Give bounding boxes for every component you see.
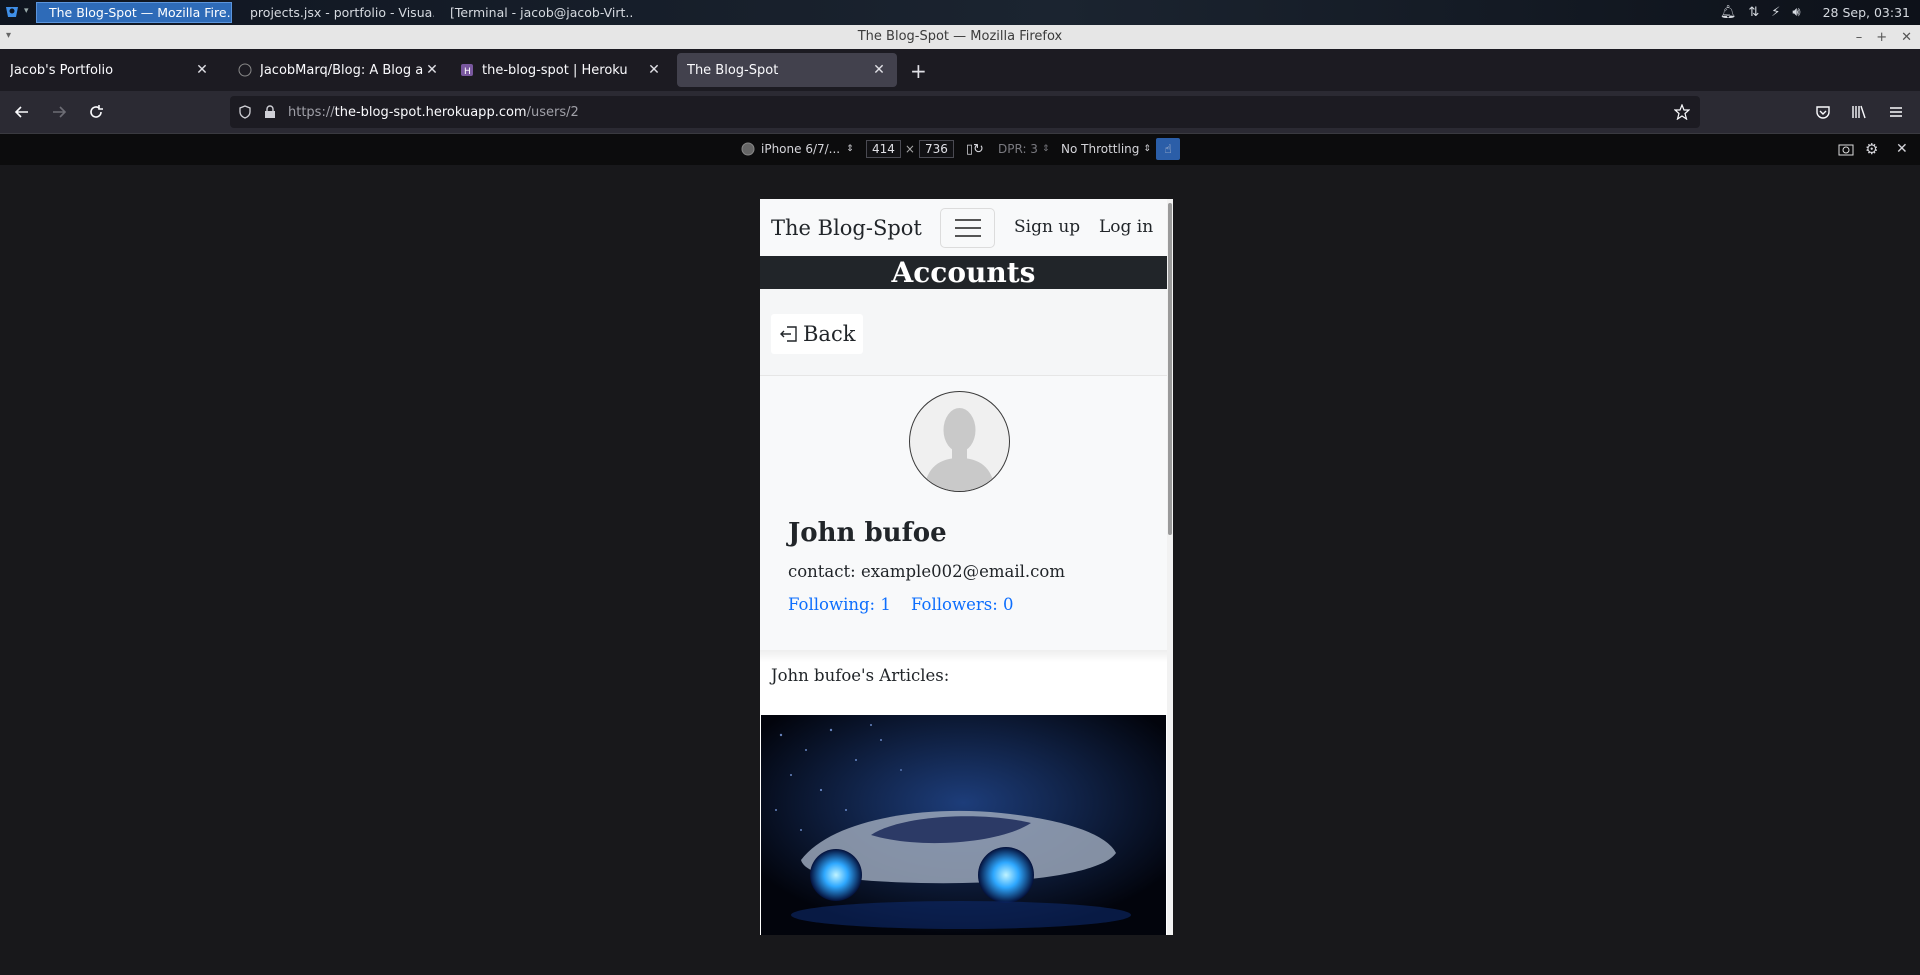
dimension-separator: ×: [904, 142, 915, 156]
rotate-device-icon[interactable]: ▯↻: [966, 142, 984, 157]
back-button-label: Back: [803, 322, 856, 346]
heroku-icon: H: [461, 64, 473, 77]
avatar: [909, 391, 1010, 492]
window-menu-icon[interactable]: ▾: [6, 30, 11, 41]
tab-close-icon[interactable]: ✕: [424, 62, 440, 78]
task-vscode[interactable]: projects.jsx - portfolio - Visua...: [238, 2, 434, 23]
screenshot-icon[interactable]: [1838, 138, 1854, 160]
chevron-updown-icon: ⇕: [1143, 144, 1151, 154]
tab-label: Jacob's Portfolio: [10, 62, 114, 78]
svg-text:H: H: [464, 67, 471, 77]
tab-github[interactable]: JacobMarq/Blog: A Blog app o ✕: [228, 53, 450, 87]
library-icon[interactable]: [1851, 104, 1867, 120]
box-arrow-left-icon: [780, 326, 797, 342]
task-terminal-label: [Terminal - jacob@jacob-Virt...: [450, 5, 634, 20]
close-window-icon[interactable]: ✕: [1901, 30, 1912, 45]
tab-label: the-blog-spot | Heroku: [482, 62, 628, 78]
url-text[interactable]: https://the-blog-spot.herokuapp.com/user…: [288, 105, 579, 120]
device-viewport: The Blog-Spot Sign up Log in Accounts Ba…: [760, 199, 1173, 935]
touch-simulation-icon[interactable]: ☝︎: [1156, 138, 1180, 160]
page-title: Accounts: [760, 256, 1167, 289]
articles-heading: John bufoe's Articles:: [771, 666, 950, 685]
notification-bell-icon[interactable]: 🔔︎: [1720, 5, 1737, 20]
tab-heroku[interactable]: H the-blog-spot | Heroku ✕: [450, 53, 672, 87]
device-name: iPhone 6/7/...: [761, 142, 841, 156]
navbar-toggle-button[interactable]: [940, 208, 995, 248]
task-vscode-label: projects.jsx - portfolio - Visua...: [250, 5, 434, 20]
network-icon[interactable]: ⇅: [1748, 5, 1759, 20]
section-divider: [760, 650, 1167, 662]
new-tab-icon[interactable]: +: [910, 59, 927, 83]
url-bar[interactable]: https://the-blog-spot.herokuapp.com/user…: [230, 96, 1700, 128]
github-icon: [238, 63, 252, 77]
viewport-stage: The Blog-Spot Sign up Log in Accounts Ba…: [0, 165, 1920, 975]
article-thumbnail-image[interactable]: [761, 715, 1166, 935]
followers-link[interactable]: Followers: 0: [911, 595, 1014, 614]
reload-icon[interactable]: [88, 104, 104, 120]
back-icon[interactable]: [14, 104, 30, 120]
tab-close-icon[interactable]: ✕: [646, 62, 662, 78]
window-title: The Blog-Spot — Mozilla Firefox: [0, 25, 1920, 49]
power-icon[interactable]: ⚡︎: [1771, 5, 1780, 20]
page-scrollbar[interactable]: [1167, 199, 1173, 935]
clock[interactable]: 28 Sep, 03:31: [1823, 5, 1910, 20]
throttling-selector[interactable]: No Throttling ⇕: [1061, 138, 1151, 160]
navigation-toolbar: https://the-blog-spot.herokuapp.com/user…: [0, 91, 1920, 133]
close-rdm-icon[interactable]: ✕: [1896, 138, 1908, 160]
maximize-icon[interactable]: +: [1876, 30, 1887, 45]
back-section: Back: [760, 289, 1167, 376]
device-selector[interactable]: iPhone 6/7/... ⇕: [741, 138, 854, 160]
user-name: John bufoe: [788, 518, 947, 548]
dpr-selector[interactable]: DPR: 3 ⇕: [998, 138, 1049, 160]
site-brand[interactable]: The Blog-Spot: [771, 216, 922, 240]
start-menu-icon[interactable]: [4, 4, 20, 20]
taskbar-menu-arrow-icon[interactable]: ▾: [24, 6, 32, 18]
following-link[interactable]: Following: 1: [788, 595, 891, 614]
minimize-icon[interactable]: –: [1856, 30, 1863, 45]
tab-close-icon[interactable]: ✕: [871, 62, 887, 78]
pocket-icon[interactable]: [1815, 104, 1831, 120]
browser-tab-bar: Jacob's Portfolio ✕ JacobMarq/Blog: A Bl…: [0, 49, 1920, 91]
signup-link[interactable]: Sign up: [1014, 217, 1080, 237]
lock-icon[interactable]: [264, 105, 276, 119]
tab-portfolio[interactable]: Jacob's Portfolio ✕: [0, 53, 220, 87]
bookmark-star-icon[interactable]: [1674, 104, 1690, 120]
settings-gear-icon[interactable]: ⚙︎: [1865, 138, 1878, 160]
login-link[interactable]: Log in: [1099, 217, 1153, 237]
back-button[interactable]: Back: [771, 314, 863, 354]
tab-label: The Blog-Spot: [687, 62, 779, 78]
window-controls: – + ✕: [1856, 25, 1912, 49]
responsive-design-toolbar: iPhone 6/7/... ⇕ 414 × 736 ▯↻ DPR: 3 ⇕ N…: [0, 133, 1920, 165]
chevron-updown-icon: ⇕: [846, 144, 854, 154]
user-silhouette-icon: [924, 408, 995, 491]
hamburger-menu-icon[interactable]: [1888, 104, 1904, 120]
user-contact: contact: example002@email.com: [788, 562, 1065, 581]
url-path: /users/2: [526, 104, 579, 120]
task-firefox-label: The Blog-Spot — Mozilla Fire...: [49, 5, 232, 20]
tab-label: JacobMarq/Blog: A Blog app o: [260, 62, 424, 78]
volume-icon[interactable]: 🔊︎: [1792, 5, 1800, 20]
chevron-updown-icon: ⇕: [1041, 144, 1050, 154]
throttling-label: No Throttling: [1061, 142, 1140, 156]
task-firefox[interactable]: The Blog-Spot — Mozilla Fire...: [36, 2, 232, 23]
forward-icon[interactable]: [51, 104, 67, 120]
os-taskbar: ▾ The Blog-Spot — Mozilla Fire... projec…: [0, 0, 1920, 25]
tab-close-icon[interactable]: ✕: [194, 62, 210, 78]
url-host: the-blog-spot.herokuapp.com: [334, 104, 527, 120]
task-terminal[interactable]: [Terminal - jacob@jacob-Virt...: [438, 2, 634, 23]
device-icon: [741, 142, 755, 156]
dpr-label: DPR: 3: [998, 142, 1038, 156]
viewport-width-input[interactable]: 414: [866, 140, 901, 158]
site-navbar: The Blog-Spot Sign up Log in: [760, 199, 1167, 256]
tab-blog-spot[interactable]: The Blog-Spot ✕: [677, 53, 897, 87]
profile-card: John bufoe contact: example002@email.com…: [760, 376, 1167, 650]
viewport-height-input[interactable]: 736: [918, 140, 954, 158]
shield-icon[interactable]: [238, 105, 252, 119]
url-scheme: https://: [288, 104, 335, 120]
scrollbar-thumb[interactable]: [1168, 203, 1172, 535]
